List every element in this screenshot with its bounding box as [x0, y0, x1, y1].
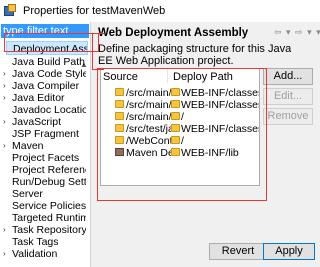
tree-item-jsp-fragment[interactable]: JSP Fragment [12, 128, 86, 140]
row-deploy-path: WEB-INF/classes [181, 123, 260, 135]
expand-arrow-icon[interactable]: › [3, 140, 11, 152]
row-deploy-path: / [181, 135, 184, 147]
expand-arrow-icon[interactable]: › [3, 92, 11, 104]
tree-item-project-references[interactable]: Project Referenc [12, 164, 86, 176]
apply-button[interactable]: Apply [263, 243, 315, 260]
tree-item-java-editor[interactable]: Java Editor [12, 92, 86, 104]
tree-item-java-build-path[interactable]: Java Build Path [12, 56, 86, 68]
column-header-deploy-path[interactable]: Deploy Path [173, 71, 233, 83]
assembly-table[interactable]: Source Deploy Path /src/main/co WEB-INF/… [100, 68, 260, 186]
row-source: /src/test/jav [126, 123, 171, 135]
page-description: Define packaging structure for this Java… [98, 43, 292, 67]
tree-item-run-debug-settings[interactable]: Run/Debug Setti [12, 176, 86, 188]
filter-input[interactable] [1, 24, 89, 38]
tree-item-targeted-runtimes[interactable]: Targeted Runtim [12, 212, 86, 224]
tree-item-task-tags[interactable]: Task Tags [12, 236, 86, 248]
column-header-source[interactable]: Source [103, 71, 138, 83]
row-deploy-path: / [181, 111, 184, 123]
table-row[interactable]: /src/main/co WEB-INF/classes [101, 87, 260, 99]
row-deploy-path: WEB-INF/lib [181, 147, 239, 159]
history-nav-arrows-icon[interactable]: ⇦ ▾ ⇨ ▾ ▾ [274, 27, 320, 38]
tree-item-javascript[interactable]: JavaScript [12, 116, 86, 128]
folder-icon [115, 112, 124, 120]
folder-icon [171, 100, 180, 108]
folder-icon [171, 148, 180, 156]
table-row[interactable]: /src/main/we / [101, 111, 259, 123]
properties-app-icon [4, 4, 18, 18]
row-source: /src/main/ja [126, 99, 171, 111]
tree-item-deployment-assembly[interactable]: Deployment Asse [6, 41, 88, 55]
page-title: Web Deployment Assembly [98, 27, 249, 39]
folder-icon [171, 112, 180, 120]
edit-button[interactable]: Edit... [263, 88, 313, 105]
folder-icon [171, 124, 180, 132]
row-source: /src/main/we [126, 111, 171, 123]
tree-item-java-code-style[interactable]: Java Code Style [12, 68, 86, 80]
title-bar: Properties for testMavenWeb [0, 0, 320, 22]
window-title: Properties for testMavenWeb [23, 5, 166, 17]
properties-page: Web Deployment Assembly ⇦ ▾ ⇨ ▾ ▾ Define… [92, 22, 320, 267]
tree-item-maven[interactable]: Maven [12, 140, 86, 152]
folder-icon [115, 100, 124, 108]
row-source: Maven Depe [126, 147, 171, 159]
row-source: /WebConten [126, 135, 171, 147]
library-icon [115, 148, 124, 156]
add-button[interactable]: Add... [263, 68, 313, 85]
folder-icon [171, 136, 180, 144]
expand-arrow-icon[interactable]: › [3, 248, 11, 260]
tree-item-service-policies[interactable]: Service Policies [12, 200, 86, 212]
folder-icon [171, 88, 180, 96]
table-row[interactable]: Maven Depe WEB-INF/lib [101, 147, 259, 159]
expand-arrow-icon[interactable]: › [3, 80, 11, 92]
column-divider[interactable] [167, 69, 168, 83]
expand-arrow-icon[interactable]: › [3, 116, 11, 128]
tree-item-task-repository[interactable]: Task Repository [12, 224, 86, 236]
row-deploy-path: WEB-INF/classes [181, 99, 260, 111]
folder-icon [115, 88, 124, 96]
tree-item-project-facets[interactable]: Project Facets [12, 152, 86, 164]
remove-button[interactable]: Remove [263, 108, 313, 125]
revert-button[interactable]: Revert [209, 243, 267, 260]
table-row[interactable]: /WebConten / [101, 135, 259, 147]
folder-icon [115, 136, 124, 144]
preferences-tree-pane: Deployment Asse ▲ Java Build Path › Java… [0, 22, 91, 267]
table-row[interactable]: /src/main/ja WEB-INF/classes [101, 99, 260, 111]
table-row[interactable]: /src/test/jav WEB-INF/classes [101, 123, 260, 135]
expand-arrow-icon[interactable]: › [3, 68, 11, 80]
tree-item-server[interactable]: Server [12, 188, 86, 200]
folder-icon [115, 124, 124, 132]
expand-arrow-icon[interactable]: › [3, 224, 11, 236]
tree-item-javadoc-location[interactable]: Javadoc Location [12, 104, 86, 116]
tree-item-validation[interactable]: Validation [12, 248, 86, 260]
row-source: /src/main/co [126, 87, 171, 99]
row-deploy-path: WEB-INF/classes [181, 87, 260, 99]
tree-item-java-compiler[interactable]: Java Compiler [12, 80, 86, 92]
